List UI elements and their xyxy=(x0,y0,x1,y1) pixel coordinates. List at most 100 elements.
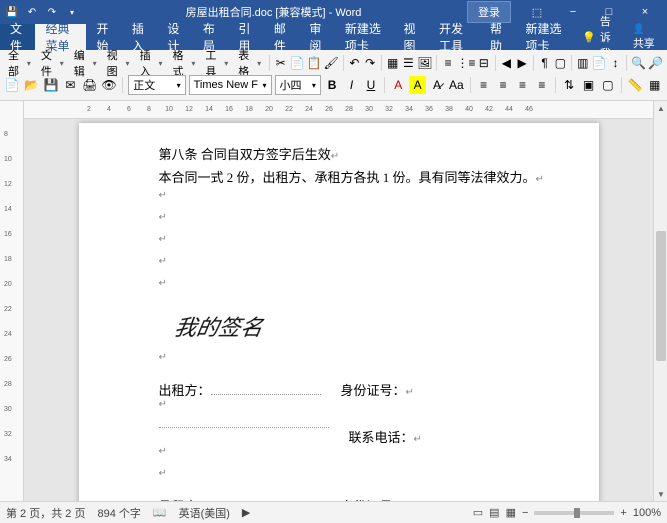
tab-review[interactable]: 审阅 xyxy=(299,24,334,50)
lessor-row: 出租方： 身份证号： xyxy=(159,380,549,399)
undo-icon[interactable]: ↶ xyxy=(24,4,40,20)
clause-title: 第八条 合同自双方签字后生效 xyxy=(159,143,549,166)
row-icon[interactable]: ☰ xyxy=(402,54,416,72)
show-marks-icon[interactable]: ¶ xyxy=(538,54,552,72)
open-icon[interactable]: 📂 xyxy=(23,76,39,94)
tab-newtab1[interactable]: 新建选项卡 xyxy=(335,24,394,50)
mail-icon[interactable]: ✉ xyxy=(62,76,78,94)
highlight-icon[interactable]: A xyxy=(409,76,425,94)
image-icon[interactable]: 🖼 xyxy=(417,54,432,72)
preview-icon[interactable]: 👁 xyxy=(101,76,117,94)
share-icon: 👤 xyxy=(633,24,645,35)
qat-more-icon[interactable]: ▾ xyxy=(64,4,80,20)
page-icon[interactable]: 📄 xyxy=(592,54,607,72)
share-label: 共享 xyxy=(633,38,655,50)
language-status[interactable]: 英语(美国) xyxy=(179,505,230,521)
clear-format-icon[interactable]: A̷ xyxy=(429,76,445,94)
zoom-in-icon[interactable]: + xyxy=(620,507,626,519)
lessor-phone-row: 联系电话： xyxy=(159,427,549,446)
border2-icon[interactable]: ▢ xyxy=(600,76,616,94)
paste-icon[interactable]: 📋 xyxy=(307,54,322,72)
close-icon[interactable]: × xyxy=(627,0,663,24)
read-mode-icon[interactable]: ▭ xyxy=(473,506,483,519)
horizontal-ruler[interactable]: 2468101214161820222426283032343638404244… xyxy=(24,101,653,119)
tab-newtab2[interactable]: 新建选项卡 xyxy=(515,24,574,50)
find-icon[interactable]: 🔎 xyxy=(648,54,663,72)
align-center-icon[interactable]: ≡ xyxy=(495,76,511,94)
clause-body: 本合同一式 2 份，出租方、承租方各执 1 份。具有同等法律效力。 xyxy=(159,166,549,189)
size-combo[interactable]: 小四▾ xyxy=(275,75,321,95)
cut-icon[interactable]: ✂ xyxy=(274,54,288,72)
multilevel-icon[interactable]: ⊟ xyxy=(477,54,491,72)
status-bar: 第 2 页，共 2 页 894 个字 📖 英语(美国) ▶ ▭ ▤ ▦ − + … xyxy=(0,501,667,523)
save2-icon[interactable]: 💾 xyxy=(43,76,59,94)
macro-icon[interactable]: ▶ xyxy=(242,506,250,519)
phonetic-icon[interactable]: Aa xyxy=(448,76,464,94)
redo2-icon[interactable]: ↷ xyxy=(363,54,377,72)
empty-para xyxy=(159,278,549,300)
tab-devtools[interactable]: 开发工具 xyxy=(429,24,480,50)
underline-button[interactable]: U xyxy=(363,76,379,94)
empty-para xyxy=(159,446,549,468)
gridlines-icon[interactable]: ▦ xyxy=(646,76,662,94)
lessee-row: 承租方： 身份证号： xyxy=(159,496,549,501)
zoom-icon[interactable]: 🔍 xyxy=(631,54,646,72)
zoom-slider[interactable] xyxy=(534,511,614,515)
bold-button[interactable]: B xyxy=(324,76,340,94)
web-layout-icon[interactable]: ▦ xyxy=(506,506,516,519)
zoom-level[interactable]: 100% xyxy=(633,507,661,519)
tab-help[interactable]: 帮助 xyxy=(480,24,515,50)
numbering-icon[interactable]: ⋮≡ xyxy=(457,54,475,72)
align-left-icon[interactable]: ≡ xyxy=(475,76,491,94)
tab-view[interactable]: 视图 xyxy=(394,24,429,50)
spellcheck-icon[interactable]: 📖 xyxy=(153,506,167,519)
ruler-icon[interactable]: 📏 xyxy=(627,76,643,94)
table-icon[interactable]: ▦ xyxy=(386,54,400,72)
align-justify-icon[interactable]: ≡ xyxy=(534,76,550,94)
page[interactable]: 第八条 合同自双方签字后生效 本合同一式 2 份，出租方、承租方各执 1 份。具… xyxy=(79,123,599,501)
italic-button[interactable]: I xyxy=(343,76,359,94)
shading-icon[interactable]: ▣ xyxy=(580,76,596,94)
share-button[interactable]: 👤 共享 xyxy=(623,23,667,51)
font-value: Times New F xyxy=(194,79,258,91)
columns-icon[interactable]: ▥ xyxy=(576,54,590,72)
font-combo[interactable]: Times New F▾ xyxy=(189,75,272,95)
font-color-icon[interactable]: A xyxy=(390,76,406,94)
inc-indent-icon[interactable]: ▶ xyxy=(515,54,529,72)
quick-access-toolbar: 💾 ↶ ↷ ▾ xyxy=(4,4,80,20)
print-icon[interactable]: 🖨 xyxy=(82,76,98,94)
empty-para xyxy=(159,212,549,234)
redo-icon[interactable]: ↷ xyxy=(44,4,60,20)
scrollbar-thumb[interactable] xyxy=(656,231,666,361)
scroll-down-icon[interactable]: ▼ xyxy=(654,487,667,501)
lessor-label: 出租方： xyxy=(159,380,211,399)
empty-para xyxy=(159,234,549,256)
style-value: 正文 xyxy=(133,77,155,93)
bullets-icon[interactable]: ≡ xyxy=(441,54,455,72)
zoom-out-icon[interactable]: − xyxy=(522,507,528,519)
vertical-ruler[interactable]: 8 10 12 14 16 18 20 22 24 26 28 30 32 34 xyxy=(0,101,24,501)
signature-image: 我的签名 xyxy=(172,310,552,342)
print-layout-icon[interactable]: ▤ xyxy=(489,506,499,519)
empty-para xyxy=(159,352,549,374)
dec-indent-icon[interactable]: ◀ xyxy=(499,54,513,72)
style-combo[interactable]: 正文▾ xyxy=(128,75,185,95)
borders-icon[interactable]: ▢ xyxy=(553,54,567,72)
scroll-up-icon[interactable]: ▲ xyxy=(654,101,667,115)
save-icon[interactable]: 💾 xyxy=(4,4,20,20)
copy-icon[interactable]: 📄 xyxy=(290,54,305,72)
tab-mailings[interactable]: 邮件 xyxy=(264,24,299,50)
page-status[interactable]: 第 2 页，共 2 页 xyxy=(6,505,85,521)
empty-para xyxy=(159,468,549,490)
align-right-icon[interactable]: ≡ xyxy=(514,76,530,94)
text-direction-icon[interactable]: ↕ xyxy=(609,54,623,72)
ribbon-format-row: 📄 📂 💾 ✉ 🖨 👁 正文▾ Times New F▾ 小四▾ B I U A… xyxy=(4,74,663,96)
workspace: 8 10 12 14 16 18 20 22 24 26 28 30 32 34… xyxy=(0,101,667,501)
vertical-scrollbar[interactable]: ▲ ▼ xyxy=(653,101,667,501)
new-doc-icon[interactable]: 📄 xyxy=(4,76,20,94)
word-count[interactable]: 894 个字 xyxy=(97,505,140,521)
line-spacing-icon[interactable]: ⇅ xyxy=(561,76,577,94)
document-area[interactable]: 2468101214161820222426283032343638404244… xyxy=(24,101,653,501)
undo2-icon[interactable]: ↶ xyxy=(348,54,362,72)
format-painter-icon[interactable]: 🖌 xyxy=(324,54,339,72)
